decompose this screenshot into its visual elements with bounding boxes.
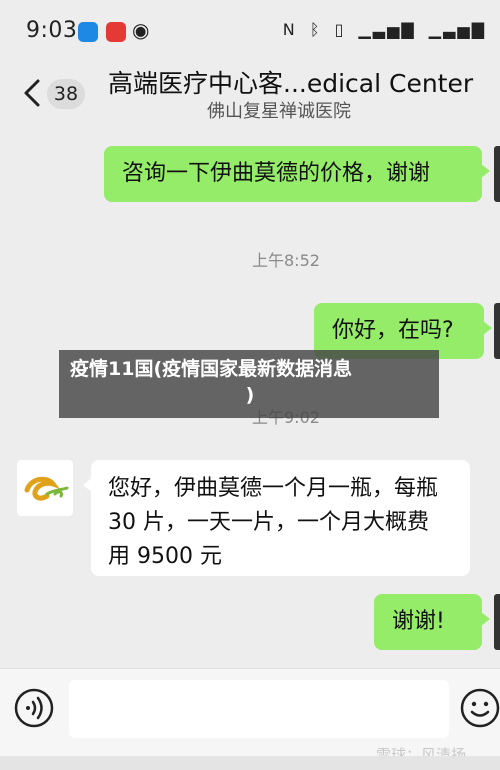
contact-avatar[interactable] [17,460,73,516]
status-bar: 9:03 ◉ N ᛒ ▯ ▁▃▅▇ ▁▃▅▇ [0,0,500,62]
message-line: 您好，伊曲莫德一个月一瓶，每瓶 [108,476,439,501]
caption-line: ) [245,384,255,406]
nfc-icon: N [282,20,297,39]
message-bubble-incoming[interactable]: 您好，伊曲莫德一个月一瓶，每瓶 30 片，一天一片，一个月大概费 用 9500 … [83,460,470,576]
user-avatar[interactable] [494,146,500,202]
emoji-icon[interactable] [460,688,500,728]
hospital-logo-icon [24,476,69,501]
message-line: 30 片，一天一片，一个月大概费 [108,510,429,535]
caption-text: 疫情11国(疫情国家最新数据消息 ) [70,356,430,408]
status-time: 9:03 [26,18,78,43]
message-bubble-outgoing[interactable]: 谢谢! [374,594,490,650]
message-input[interactable] [69,680,449,738]
vibrate-icon: ▯ [334,20,346,39]
signal-icon: ▁▃▅▇ [358,20,416,39]
chat-title[interactable]: 高端医疗中心客...edical Center [108,64,473,100]
user-avatar[interactable] [494,594,500,650]
unread-count-badge[interactable]: 38 [47,79,85,109]
voice-input-icon[interactable] [14,688,54,728]
message-bubble-outgoing[interactable]: 咨询一下伊曲莫德的价格，谢谢 [104,146,490,202]
app-notification-icon [106,22,126,42]
app-notification-icon [78,22,98,42]
caption-overlay: 疫情11国(疫情国家最新数据消息 ) [59,350,439,418]
eye-icon: ◉ [132,18,150,42]
chat-subtitle: 佛山复星禅诚医院 [207,101,351,122]
status-indicators: N ᛒ ▯ ▁▃▅▇ ▁▃▅▇ [277,20,486,39]
bluetooth-icon: ᛒ [309,20,322,39]
message-timestamp: 上午8:52 [252,251,320,270]
signal-icon: ▁▃▅▇ [428,20,486,39]
user-avatar[interactable] [494,303,500,359]
caption-line: 疫情11国(疫情国家最新数据消息 [70,358,353,380]
bottom-strip [0,756,500,770]
message-line: 用 9500 元 [108,544,222,569]
back-arrow-icon[interactable] [20,78,46,108]
